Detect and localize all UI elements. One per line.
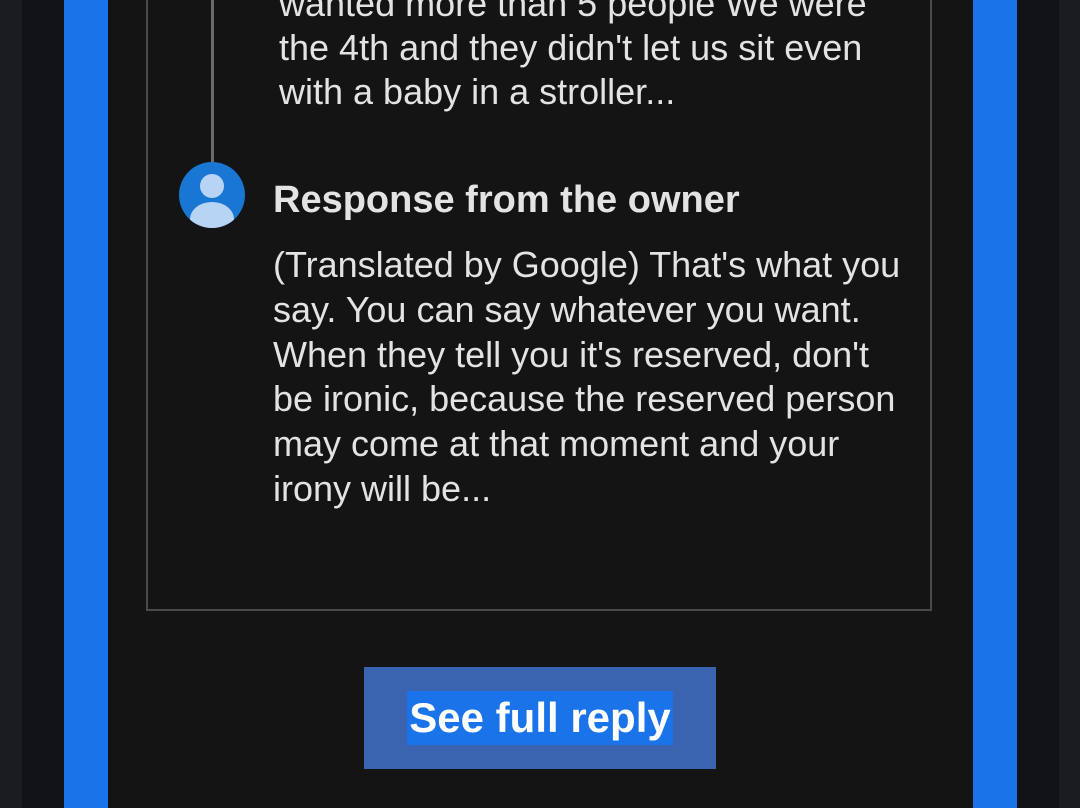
see-full-reply-button[interactable]: See full reply bbox=[364, 667, 716, 769]
left-gutter bbox=[22, 0, 64, 808]
see-full-reply-label: See full reply bbox=[407, 691, 673, 745]
review-text-snippet: wanted more than 5 people We were the 4t… bbox=[279, 0, 867, 112]
avatar-head bbox=[200, 174, 224, 198]
right-gutter bbox=[1017, 0, 1059, 808]
avatar-body bbox=[190, 202, 234, 228]
owner-response-title: Response from the owner bbox=[273, 179, 740, 221]
owner-avatar-icon bbox=[179, 162, 245, 228]
right-margin bbox=[1059, 0, 1080, 808]
owner-response-text: (Translated by Google) That's what you s… bbox=[273, 244, 901, 509]
right-focus-border bbox=[973, 0, 1017, 808]
thread-connector-line bbox=[211, 0, 214, 163]
left-margin bbox=[0, 0, 22, 808]
left-focus-border bbox=[64, 0, 108, 808]
